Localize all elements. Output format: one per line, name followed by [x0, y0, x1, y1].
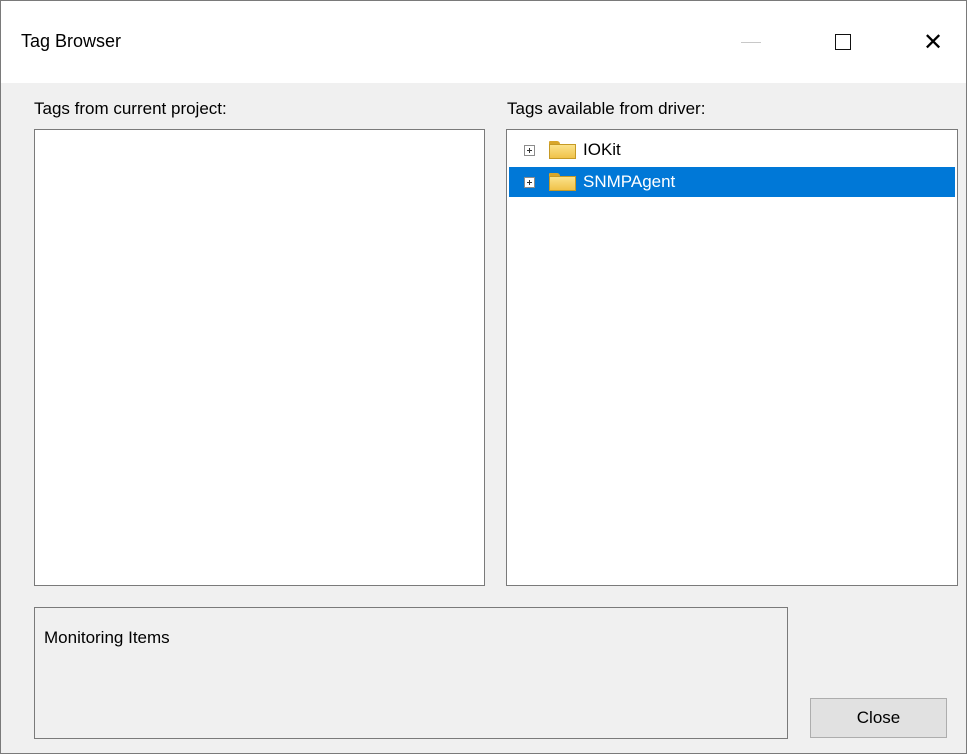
expand-plus-icon[interactable]: [524, 144, 535, 156]
driver-tags-tree[interactable]: IOKit SNMPAgent: [506, 129, 958, 586]
monitoring-items-group: Monitoring Items: [34, 607, 788, 739]
current-project-tags-list[interactable]: [34, 129, 485, 586]
folder-icon: [549, 173, 576, 191]
close-icon: ✕: [922, 28, 944, 56]
driver-tags-label: Tags available from driver:: [507, 99, 706, 118]
expand-plus-icon[interactable]: [524, 176, 535, 188]
monitoring-items-label: Monitoring Items: [44, 628, 170, 647]
title-bar[interactable]: Tag Browser ✕: [1, 1, 966, 83]
tree-item-label: SNMPAgent: [583, 172, 676, 191]
close-button[interactable]: Close: [810, 698, 947, 738]
current-project-tags-label: Tags from current project:: [34, 99, 227, 118]
tag-browser-window: Tag Browser ✕ Tags from current project:…: [0, 0, 967, 754]
maximize-icon: [835, 34, 851, 50]
maximize-button[interactable]: [811, 1, 875, 83]
folder-icon: [549, 141, 576, 159]
tree-item-snmpagent[interactable]: SNMPAgent: [509, 167, 955, 197]
tree-item-iokit[interactable]: IOKit: [509, 135, 955, 165]
window-close-button[interactable]: ✕: [901, 1, 965, 83]
minimize-button[interactable]: [719, 1, 783, 83]
minimize-icon: [741, 41, 761, 43]
tree-item-label: IOKit: [583, 140, 621, 159]
window-title: Tag Browser: [21, 31, 122, 51]
